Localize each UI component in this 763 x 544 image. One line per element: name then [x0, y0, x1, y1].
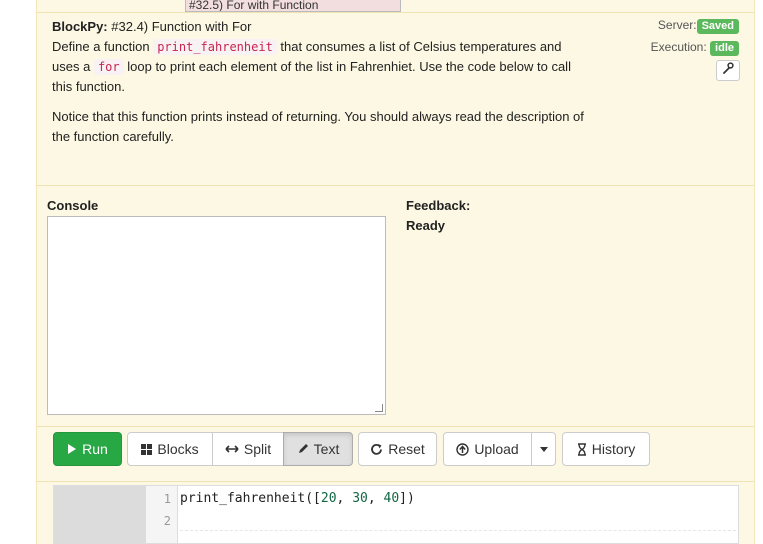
code-close: ]) [399, 491, 415, 506]
for-keyword-code: for [93, 59, 124, 75]
server-label: Server: [657, 18, 697, 32]
split-mode-button[interactable]: Split [212, 432, 284, 466]
code-number: 40 [383, 491, 400, 506]
section-divider [36, 185, 755, 186]
console-output[interactable] [47, 216, 386, 415]
execution-label: Execution: [650, 40, 707, 54]
run-label: Run [82, 441, 108, 457]
reset-button[interactable]: Reset [358, 432, 437, 466]
code-line-2[interactable] [180, 530, 736, 531]
console-label: Console [47, 198, 99, 213]
caret-down-icon [539, 446, 548, 452]
pencil-icon [298, 444, 308, 453]
editor-left-margin [54, 486, 146, 543]
problem-paragraph-1: BlockPy: #32.4) Function with For Define… [52, 17, 592, 97]
upload-circle-icon [456, 442, 470, 456]
refresh-icon [371, 443, 383, 455]
upload-label: Upload [474, 441, 519, 457]
execution-status-badge: idle [710, 41, 739, 56]
blocks-icon [141, 443, 153, 455]
code-line-1[interactable]: print_fahrenheit([20, 30, 40]) [180, 491, 415, 506]
editor-toolbar: Run Blocks Split Text Reset Upload Histo… [36, 426, 755, 481]
header-divider [36, 12, 755, 13]
history-label: History [591, 441, 636, 457]
line-number: 1 [163, 492, 171, 506]
status-area: Server: Saved Execution: idle [651, 16, 739, 60]
line-number: 2 [163, 514, 171, 528]
problem-description: BlockPy: #32.4) Function with For Define… [52, 17, 592, 157]
text-label: Text [313, 441, 340, 457]
reset-label: Reset [388, 441, 425, 457]
code-editor[interactable]: 1 2 print_fahrenheit([20, 30, 40]) [53, 485, 739, 544]
brand-label: BlockPy: [52, 19, 108, 34]
problem-title: #32.4) Function with For [111, 19, 252, 34]
code-sep: , [367, 491, 384, 506]
toolbar-bottom-divider [36, 481, 755, 482]
play-icon [68, 444, 77, 454]
function-name-code: print_fahrenheit [153, 39, 277, 55]
blocks-mode-button[interactable]: Blocks [127, 432, 213, 466]
code-call: print_fahrenheit([ [180, 491, 321, 506]
problem-text-c: loop to print each element of the list i… [52, 59, 571, 94]
line-number-gutter: 1 2 [146, 486, 178, 543]
upload-dropdown-button[interactable] [531, 432, 556, 466]
problem-text-a: Define a function [52, 39, 150, 54]
code-sep: , [336, 491, 353, 506]
wrench-icon[interactable] [716, 60, 740, 81]
run-button[interactable]: Run [53, 432, 122, 466]
history-button[interactable]: History [562, 432, 650, 466]
execution-status-row: Execution: idle [651, 38, 739, 60]
feedback-status: Ready [406, 218, 446, 233]
resize-handle-icon[interactable] [375, 404, 383, 412]
arrows-horizontal-icon [225, 445, 239, 453]
text-mode-button[interactable]: Text [283, 432, 353, 466]
upload-button[interactable]: Upload [443, 432, 532, 466]
split-label: Split [243, 441, 272, 457]
problem-paragraph-2: Notice that this function prints instead… [52, 109, 584, 144]
code-number: 20 [320, 491, 337, 506]
code-number: 30 [352, 491, 368, 506]
feedback-label: Feedback: [406, 198, 471, 213]
hourglass-icon [577, 442, 586, 456]
previous-problem-tab[interactable]: #32.5) For with Function [185, 0, 401, 12]
server-status-badge: Saved [696, 19, 739, 34]
server-status-row: Server: Saved [651, 16, 739, 38]
blocks-label: Blocks [157, 441, 199, 457]
